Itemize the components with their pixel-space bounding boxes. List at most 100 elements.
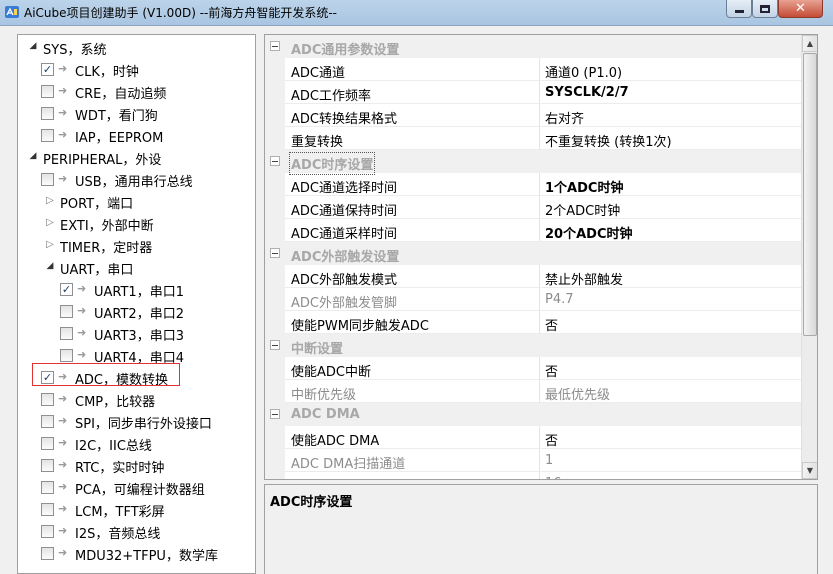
tree-item[interactable]: ◢ PERIPHERAL，外设 xyxy=(18,146,255,168)
column-divider[interactable] xyxy=(539,265,540,288)
tree-item[interactable]: ◢ UART，串口 xyxy=(18,256,255,278)
property-value[interactable]: 禁止外部触发 xyxy=(545,269,623,288)
column-divider[interactable] xyxy=(539,472,540,479)
column-divider[interactable] xyxy=(539,104,540,127)
column-divider[interactable] xyxy=(539,357,540,380)
title-bar[interactable]: AiCube项目创建助手 (V1.00D) --前海方舟智能开发系统-- ✕ xyxy=(0,0,833,26)
tree-item[interactable]: ➜ RTC，实时时钟 xyxy=(18,454,255,476)
tree-item[interactable]: ▷ EXTI，外部中断 xyxy=(18,212,255,235)
tree-item-checkbox[interactable] xyxy=(41,107,54,120)
column-divider[interactable] xyxy=(539,311,540,334)
module-tree[interactable]: ◢ SYS，系统 ✓ ➜ CLK，时钟 ➜ CRE，自动追频 ➜ WDT，看门狗 ➜ IAP，EEP… xyxy=(17,34,256,574)
column-divider[interactable] xyxy=(539,81,540,104)
property-row[interactable]: 重复转换 不重复转换 (转换1次) xyxy=(265,127,801,150)
tree-item[interactable]: ✓ ➜ CLK，时钟 xyxy=(18,58,255,80)
tree-item-checkbox[interactable] xyxy=(41,525,54,538)
property-row[interactable]: ADC通道保持时间 2个ADC时钟 xyxy=(265,196,801,219)
expand-closed-icon[interactable]: ▷ xyxy=(45,239,55,250)
tree-item-checkbox[interactable] xyxy=(41,85,54,98)
property-row[interactable]: 使能ADC DMA 否 xyxy=(265,426,801,449)
property-value[interactable]: 2个ADC时钟 xyxy=(545,200,620,219)
tree-item[interactable]: ◢ SYS，系统 xyxy=(18,36,255,58)
collapse-icon[interactable] xyxy=(270,41,280,51)
expand-closed-icon[interactable]: ▷ xyxy=(45,195,55,206)
column-divider[interactable] xyxy=(539,449,540,472)
property-value[interactable]: 否 xyxy=(545,361,558,380)
collapse-icon[interactable] xyxy=(270,156,280,166)
column-divider[interactable] xyxy=(539,58,540,81)
property-value[interactable]: 否 xyxy=(545,430,558,449)
tree-item-checkbox[interactable] xyxy=(41,481,54,494)
tree-item[interactable]: ✓ ➜ UART1，串口1 xyxy=(18,278,255,300)
tree-item[interactable]: ➜ IAP，EEPROM xyxy=(18,124,255,146)
property-value[interactable]: 1个ADC时钟 xyxy=(545,177,623,196)
property-row[interactable]: ADC工作频率 SYSCLK/2/7 xyxy=(265,81,801,104)
tree-item[interactable]: ➜ WDT，看门狗 xyxy=(18,102,255,124)
tree-item-checkbox[interactable] xyxy=(41,547,54,560)
vertical-scrollbar[interactable]: ▲ ▼ xyxy=(801,35,817,479)
tree-item[interactable]: ➜ PCA，可编程计数器组 xyxy=(18,476,255,498)
column-divider[interactable] xyxy=(539,380,540,403)
tree-item[interactable]: ➜ LCM，TFT彩屏 xyxy=(18,498,255,520)
expand-open-icon[interactable]: ◢ xyxy=(28,151,38,161)
tree-item-checkbox[interactable] xyxy=(41,393,54,406)
property-value[interactable]: 右对齐 xyxy=(545,108,584,127)
collapse-icon[interactable] xyxy=(270,248,280,258)
tree-item[interactable]: ➜ UART3，串口3 xyxy=(18,322,255,344)
tree-item-checkbox[interactable] xyxy=(60,305,73,318)
tree-item-checkbox[interactable] xyxy=(41,437,54,450)
property-category[interactable]: ADC外部触发设置 xyxy=(265,242,801,265)
property-row[interactable]: 使能PWM同步触发ADC 否 xyxy=(265,311,801,334)
tree-item[interactable]: ➜ SPI，同步串行外设接口 xyxy=(18,410,255,432)
property-row[interactable]: ADC外部触发管脚 P4.7 xyxy=(265,288,801,311)
minimize-button[interactable] xyxy=(726,0,752,18)
property-value[interactable]: 通道0 (P1.0) xyxy=(545,62,622,81)
tree-item[interactable]: ➜ CRE，自动追频 xyxy=(18,80,255,102)
property-category[interactable]: ADC DMA xyxy=(265,403,801,426)
property-row[interactable]: ADC通道选择时间 1个ADC时钟 xyxy=(265,173,801,196)
tree-item-checkbox[interactable] xyxy=(60,349,73,362)
tree-item[interactable]: ➜ I2C，IIC总线 xyxy=(18,432,255,454)
property-row[interactable]: ADC通道 通道0 (P1.0) xyxy=(265,58,801,81)
tree-item-checkbox[interactable] xyxy=(41,129,54,142)
tree-item[interactable]: ➜ UART2，串口2 xyxy=(18,300,255,322)
tree-item-checkbox[interactable]: ✓ xyxy=(60,283,73,296)
scroll-down-button[interactable]: ▼ xyxy=(802,462,817,479)
tree-item-checkbox[interactable] xyxy=(41,173,54,186)
tree-item[interactable]: ▷ PORT，端口 xyxy=(18,190,255,213)
property-category[interactable]: ADC通用参数设置 xyxy=(265,35,801,58)
collapse-icon[interactable] xyxy=(270,409,280,419)
property-row[interactable]: ADC转换结果格式 右对齐 xyxy=(265,104,801,127)
expand-open-icon[interactable]: ◢ xyxy=(45,261,55,271)
collapse-icon[interactable] xyxy=(270,340,280,350)
column-divider[interactable] xyxy=(539,173,540,196)
tree-item[interactable]: ➜ I2S，音频总线 xyxy=(18,520,255,542)
property-value[interactable]: SYSCLK/2/7 xyxy=(545,85,629,100)
column-divider[interactable] xyxy=(539,196,540,219)
tree-item-checkbox[interactable] xyxy=(41,503,54,516)
property-row[interactable]: 中断优先级 最低优先级 xyxy=(265,380,801,403)
property-row[interactable]: ADC外部触发模式 禁止外部触发 xyxy=(265,265,801,288)
property-row[interactable]: 使能ADC中断 否 xyxy=(265,357,801,380)
expand-open-icon[interactable]: ◢ xyxy=(28,41,38,51)
tree-item[interactable]: ➜ MDU32+TFPU，数学库 xyxy=(18,542,255,564)
column-divider[interactable] xyxy=(539,288,540,311)
property-value[interactable]: 20个ADC时钟 xyxy=(545,223,632,242)
column-divider[interactable] xyxy=(539,426,540,449)
scroll-up-button[interactable]: ▲ xyxy=(802,35,817,52)
tree-item[interactable]: ➜ CMP，比较器 xyxy=(18,388,255,410)
property-value[interactable]: 否 xyxy=(545,315,558,334)
property-row[interactable]: ADC DMA扫描通道 1 xyxy=(265,449,801,472)
tree-item-checkbox[interactable] xyxy=(41,459,54,472)
expand-closed-icon[interactable]: ▷ xyxy=(45,217,55,228)
tree-item[interactable]: ▷ TIMER，定时器 xyxy=(18,234,255,257)
maximize-button[interactable] xyxy=(752,0,778,18)
property-category[interactable]: ADC时序设置 xyxy=(265,150,801,175)
column-divider[interactable] xyxy=(539,127,540,150)
close-button[interactable]: ✕ xyxy=(778,0,823,18)
tree-item-checkbox[interactable]: ✓ xyxy=(41,63,54,76)
property-row[interactable]: ADC通道采样时间 20个ADC时钟 xyxy=(265,219,801,242)
property-category[interactable]: 中断设置 xyxy=(265,334,801,357)
property-value[interactable]: 不重复转换 (转换1次) xyxy=(545,131,672,150)
column-divider[interactable] xyxy=(539,219,540,242)
